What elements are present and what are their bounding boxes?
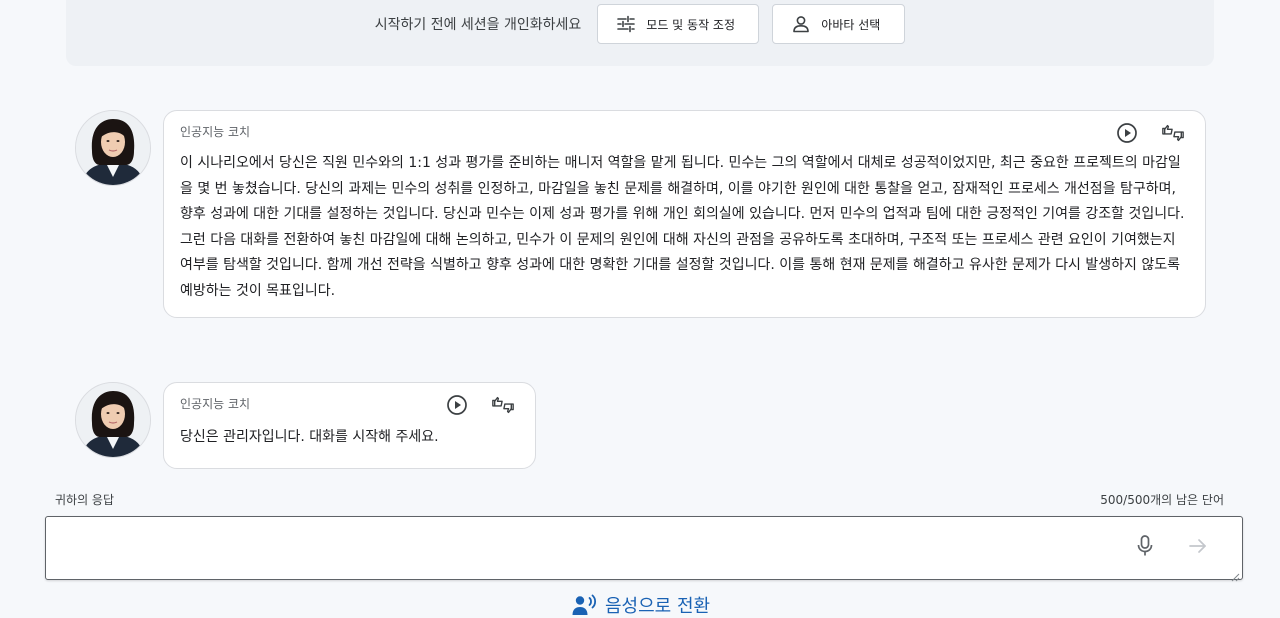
microphone-icon[interactable] [1133, 534, 1157, 558]
response-box [45, 516, 1243, 582]
coach-avatar [75, 382, 151, 458]
thumbs-up-down-icon[interactable] [491, 393, 515, 417]
select-avatar-button[interactable]: 아바타 선택 [772, 4, 906, 44]
play-circle-icon[interactable] [1115, 121, 1139, 145]
coach-message-bubble: 인공지능 코치 당신은 관리자입니다. 대화를 시작해 주세요. [163, 382, 536, 469]
person-icon [791, 14, 811, 34]
personalize-bar: 시작하기 전에 세션을 개인화하세요 모드 및 동작 조정 아바타 선택 [66, 0, 1214, 66]
message-sender: 인공지능 코치 [180, 125, 251, 139]
message-actions [1115, 121, 1185, 145]
switch-to-voice-button[interactable]: 음성으로 전환 [572, 592, 710, 618]
sliders-icon [616, 14, 636, 34]
adjust-mode-button[interactable]: 모드 및 동작 조정 [597, 4, 760, 44]
message-text: 당신은 관리자입니다. 대화를 시작해 주세요. [180, 429, 439, 445]
response-input[interactable] [56, 525, 1120, 573]
resize-grip-icon[interactable] [1230, 567, 1240, 582]
message-text: 이 시나리오에서 당신은 직원 민수와의 1:1 성과 평가를 준비하는 매니저… [180, 155, 1185, 299]
message-actions [445, 393, 515, 417]
coach-avatar [75, 110, 151, 186]
play-circle-icon[interactable] [445, 393, 469, 417]
chat-message: 인공지능 코치 이 시나리오에서 당신은 직원 민수와의 1:1 성과 평가를 … [75, 110, 1206, 318]
response-label: 귀하의 응답 [55, 493, 115, 507]
chat-message: 인공지능 코치 당신은 관리자입니다. 대화를 시작해 주세요. [75, 382, 536, 469]
arrow-right-icon[interactable] [1186, 534, 1210, 558]
thumbs-up-down-icon[interactable] [1161, 121, 1185, 145]
word-count: 500/500개의 남은 단어 [1100, 493, 1224, 507]
personalize-prompt: 시작하기 전에 세션을 개인화하세요 [374, 17, 582, 33]
coach-message-bubble: 인공지능 코치 이 시나리오에서 당신은 직원 민수와의 1:1 성과 평가를 … [163, 110, 1206, 318]
switch-to-voice-label: 음성으로 전환 [605, 596, 711, 617]
voice-person-icon [572, 592, 598, 618]
adjust-mode-label: 모드 및 동작 조정 [646, 17, 736, 32]
select-avatar-label: 아바타 선택 [821, 17, 881, 32]
